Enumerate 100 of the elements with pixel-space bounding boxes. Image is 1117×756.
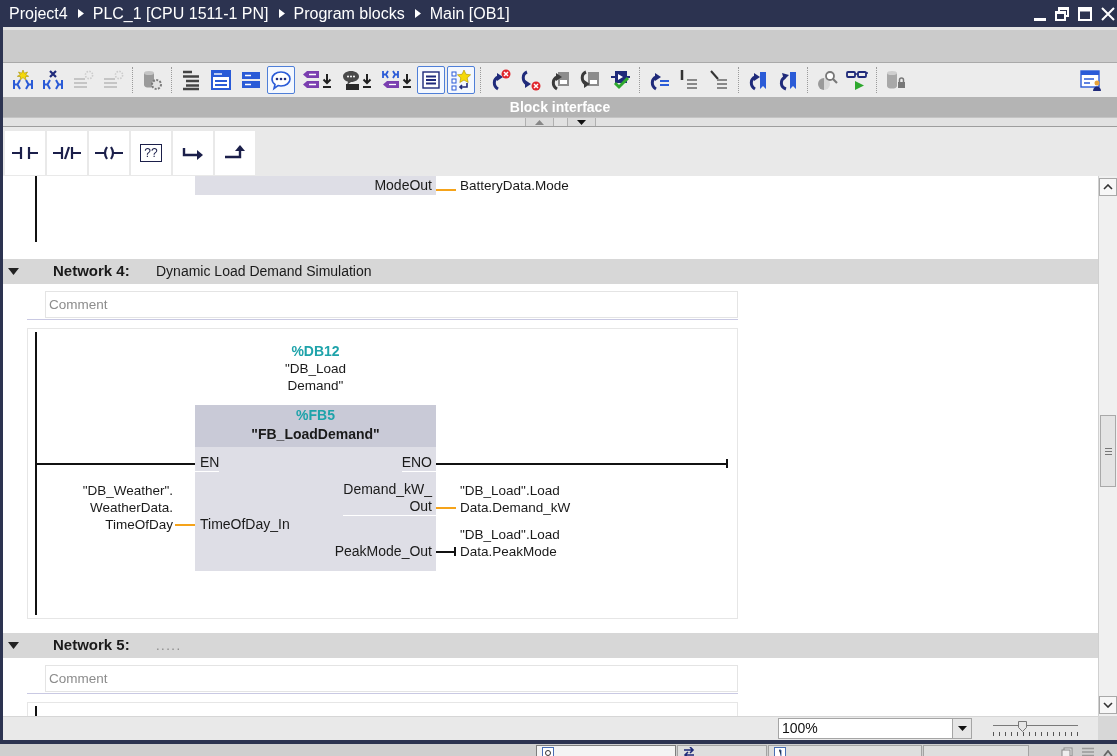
chip-check-icon [609,69,631,91]
vertical-scrollbar[interactable] [1098,176,1117,716]
bracket-cross-icon [42,69,64,91]
pin-label: EN [195,454,220,472]
block-name: "FB_LoadDemand" [250,425,381,444]
bracket-tag-download-icon [380,69,412,91]
branch-close-button[interactable] [215,131,255,175]
magnifier-icon [816,69,838,91]
glasses-icon [846,69,868,91]
panel-tab[interactable] [536,745,676,756]
operand-label: "DB_Load".Load Data.PeakMode [460,526,560,560]
breadcrumb-link[interactable]: Project4 [9,1,68,26]
coil-icon [95,146,123,160]
operand-label: "DB_Load".Load Data.Demand_kW [460,482,571,516]
hook-arrow-icon [182,146,204,160]
comment-field[interactable]: Comment [45,291,738,318]
speech-bubble-icon [270,69,292,91]
slider-thumb[interactable] [1017,720,1027,732]
scrollbar-thumb[interactable] [1100,415,1116,487]
bracket-sparkle-icon [12,69,34,91]
caret-down-icon [576,119,586,125]
splitter-up-button[interactable] [524,118,554,126]
arrows-icon [683,747,695,756]
network-title: Network 5: [53,635,131,656]
operand-label: BatteryData.Mode [460,177,569,194]
contact-icon [12,146,38,160]
lines-sparkle-icon [102,69,124,91]
section-title: Block interface [509,97,611,117]
caret-down-icon [957,726,967,731]
splitter-down-button[interactable] [566,118,596,126]
bubble-download-icon [340,69,372,91]
cylinder-lock-icon [885,69,907,91]
restore-button[interactable] [1055,6,1069,21]
function-block[interactable]: %FB5 "FB_LoadDemand" EN TimeOfDay_In ENO Demand_kW_ Out PeakMode_Out [195,405,436,571]
network-description: Dynamic Load Demand Simulation [156,262,372,281]
caret-right-icon [77,9,84,18]
close-icon [1101,6,1115,21]
caret-down-icon[interactable] [8,642,19,649]
maximize-icon [1078,6,1092,21]
bars-icon [240,69,262,91]
network-title: Network 4: [53,261,131,282]
caret-right-icon [278,9,285,18]
arrow-chip-icon [549,69,571,91]
instance-name: "DB_Load Demand" [283,360,348,394]
chevron-up-icon [1103,184,1113,190]
panel-tab[interactable] [677,745,767,756]
caret-up-icon [534,119,544,125]
star-list-icon [450,69,472,91]
title-field[interactable]: ..... [156,635,216,656]
restore-icon [1055,6,1069,21]
comment-field[interactable]: Comment [45,665,738,692]
pin-label: TimeOfDay_In [199,516,290,533]
zoom-field[interactable]: 100% [778,718,952,739]
list-icon [420,69,442,91]
close-button[interactable] [1101,6,1115,21]
negated-contact-button[interactable] [47,131,87,175]
pin-label: PeakMode_Out [334,543,433,560]
bar-lines-icon [678,69,700,91]
cylinder-gear-icon [141,69,163,91]
connection-line [436,506,456,509]
connection-line [175,523,195,526]
contact-button[interactable] [5,131,45,175]
arrow-bookmark-icon [747,69,769,91]
tag-download-icon [300,69,332,91]
arrow-bookmark-icon [777,69,799,91]
breadcrumb-link[interactable]: PLC_1 [CPU 1511-1 PN] [92,1,269,26]
page-icon [542,747,554,756]
lines-icon [180,69,202,91]
negated-contact-icon [53,146,81,160]
coil-button[interactable] [89,131,129,175]
panel-tab[interactable] [768,745,922,756]
dropdown-button[interactable] [952,718,972,739]
page-icon [774,747,786,756]
toolbar-button[interactable] [447,66,475,94]
window-person-icon [1080,69,1102,91]
scroll-up-button[interactable] [1099,178,1117,196]
breadcrumb-link[interactable]: Main [OB1] [429,1,510,26]
toolbar-button[interactable] [267,66,295,94]
pin-label: ModeOut [374,177,433,194]
corner-arrow-icon [224,145,246,161]
scroll-down-button[interactable] [1099,696,1117,714]
caret-down-icon[interactable] [8,268,19,275]
slash-lines-icon [708,69,730,91]
function-block[interactable]: ModeOut [195,176,436,195]
caret-right-icon [414,9,421,18]
maximize-button[interactable] [1078,6,1092,21]
branch-button[interactable] [173,131,213,175]
connection-line [436,188,456,191]
block-address: %FB5 [295,406,336,424]
pin-label: Demand_kW_ Out [343,481,436,516]
chevron-up-icon[interactable] [1103,750,1113,756]
lines-sparkle-icon [72,69,94,91]
chevron-down-icon [1103,702,1113,708]
operand-label: "DB_Weather". WeatherData. TimeOfDay [82,482,173,533]
minimize-icon [1034,17,1046,21]
panel-icon [210,69,232,91]
breadcrumb-link[interactable]: Program blocks [293,1,405,26]
toolbar-button[interactable] [417,66,445,94]
grip-icon [1104,447,1112,455]
empty-box-button[interactable]: ?? [131,131,171,175]
